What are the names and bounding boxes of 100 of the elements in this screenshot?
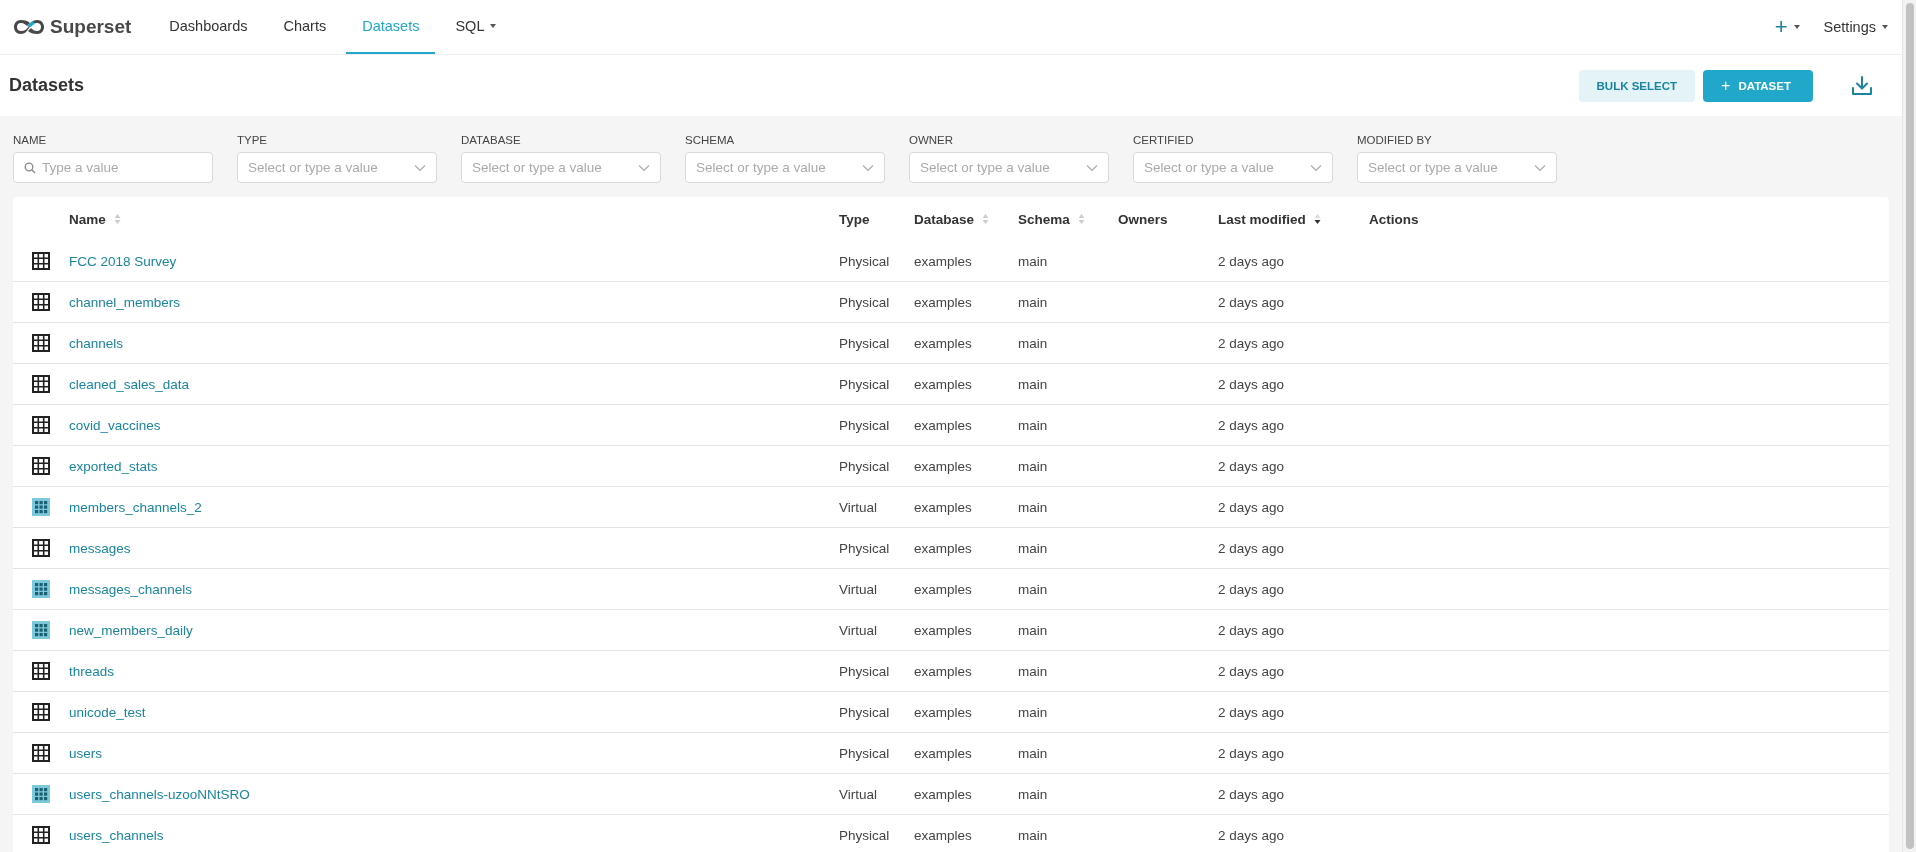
select-field[interactable]: Select or type a value (685, 152, 885, 183)
select-field[interactable]: Select or type a value (909, 152, 1109, 183)
select-input[interactable]: Select or type a value (920, 160, 1080, 175)
table-cell-text: 2 days ago (1218, 827, 1286, 843)
dataset-link[interactable]: users (69, 745, 102, 761)
table-cell-text: Physical (839, 827, 891, 843)
caret-icon (490, 24, 497, 28)
table-cell-text: main (1018, 622, 1049, 638)
filter-label: NAME (13, 134, 48, 146)
table-cell-text: main (1018, 376, 1049, 392)
table-cell-text: main (1018, 294, 1049, 310)
add-dataset-button[interactable]: + DATASET (1703, 69, 1813, 102)
table-cell-text: 2 days ago (1218, 540, 1286, 556)
table-cell-text: Physical (839, 704, 891, 720)
dataset-link[interactable]: channels (69, 335, 124, 351)
dataset-link[interactable]: covid_vaccines (69, 417, 161, 433)
page-title: Datasets (9, 75, 85, 96)
dataset-link[interactable]: threads (69, 663, 115, 679)
table-cell-text: Virtual (839, 786, 879, 802)
column-header[interactable]: Database (914, 211, 975, 227)
table-cell-text: main (1018, 417, 1049, 433)
dataset-link[interactable]: FCC 2018 Survey (69, 253, 177, 269)
search-field[interactable]: Type a value (13, 152, 213, 183)
sort-descending-icon[interactable] (1313, 213, 1321, 225)
search-input[interactable]: Type a value (42, 160, 202, 175)
filter-label: SCHEMA (685, 134, 736, 146)
chevron-down-icon (638, 163, 650, 172)
table-cell-text: Physical (839, 294, 891, 310)
table-cell-text: examples (914, 663, 973, 679)
table-cell-text: Virtual (839, 622, 879, 638)
logo-icon[interactable] (12, 17, 46, 37)
table-cell-text: examples (914, 581, 973, 597)
select-field[interactable]: Select or type a value (237, 152, 437, 183)
table-cell-text: examples (914, 786, 973, 802)
dataset-link[interactable]: users_channels (69, 827, 164, 843)
table-cell-text: 2 days ago (1218, 376, 1286, 392)
sort-icon[interactable] (1077, 213, 1085, 225)
nav-tab[interactable]: Charts (267, 0, 343, 54)
table-cell-text: Physical (839, 745, 891, 761)
select-field[interactable]: Select or type a value (461, 152, 661, 183)
dataset-link[interactable]: exported_stats (69, 458, 158, 474)
table-cell-text: examples (914, 294, 973, 310)
table-cell-text: Virtual (839, 581, 879, 597)
table-cell-text: examples (914, 335, 973, 351)
table-cell-text: 2 days ago (1218, 335, 1286, 351)
column-header[interactable]: Schema (1018, 211, 1070, 227)
filter-label: MODIFIED BY (1357, 134, 1433, 146)
select-input[interactable]: Select or type a value (696, 160, 856, 175)
dataset-link[interactable]: unicode_test (69, 704, 146, 720)
table-cell-text: 2 days ago (1218, 745, 1286, 761)
table-cell-text: main (1018, 458, 1049, 474)
nav-tab[interactable]: SQL (439, 0, 513, 54)
table-cell-text: main (1018, 827, 1049, 843)
brand-name[interactable]: Superset (50, 16, 132, 38)
select-input[interactable]: Select or type a value (472, 160, 632, 175)
table-cell-text: 2 days ago (1218, 499, 1286, 515)
select-field[interactable]: Select or type a value (1133, 152, 1333, 183)
dataset-link[interactable]: messages_channels (69, 581, 193, 597)
table-cell-text: main (1018, 663, 1049, 679)
table-cell-text: 2 days ago (1218, 622, 1286, 638)
table-cell-text: main (1018, 335, 1049, 351)
sort-icon[interactable] (113, 213, 121, 225)
bulk-select-button[interactable]: BULK SELECT (1578, 69, 1696, 102)
table-cell-text: 2 days ago (1218, 417, 1286, 433)
settings-menu-button[interactable]: Settings (1823, 19, 1888, 35)
dataset-link[interactable]: messages (69, 540, 131, 556)
filter-label: TYPE (237, 134, 269, 146)
nav-tab[interactable]: Dashboards (153, 0, 264, 54)
table-cell-text: Physical (839, 253, 891, 269)
search-icon (24, 161, 36, 174)
table-cell-text: 2 days ago (1218, 581, 1286, 597)
nav-tab[interactable]: Datasets (346, 0, 436, 54)
table-cell-text: Physical (839, 540, 891, 556)
table-cell-text: Virtual (839, 499, 879, 515)
select-input[interactable]: Select or type a value (1368, 160, 1528, 175)
sort-icon[interactable] (982, 213, 990, 225)
filter-label: OWNER (909, 134, 955, 146)
column-header[interactable]: Name (69, 211, 106, 227)
dataset-link[interactable]: channel_members (69, 294, 181, 310)
dataset-link[interactable]: users_channels-uzooNNtSRO (69, 786, 250, 802)
table-cell-text: main (1018, 745, 1049, 761)
dataset-link[interactable]: new_members_daily (69, 622, 193, 638)
add-menu-button[interactable]: + (1774, 14, 1800, 40)
caret-icon (1793, 25, 1800, 29)
chevron-down-icon (862, 163, 874, 172)
table-cell-text: main (1018, 540, 1049, 556)
table-cell-text: main (1018, 581, 1049, 597)
select-field[interactable]: Select or type a value (1357, 152, 1557, 183)
table-cell-text: examples (914, 458, 973, 474)
dataset-link[interactable]: cleaned_sales_data (69, 376, 190, 392)
select-input[interactable]: Select or type a value (1144, 160, 1304, 175)
table-cell-text: examples (914, 253, 973, 269)
download-icon[interactable] (1851, 74, 1873, 97)
select-input[interactable]: Select or type a value (248, 160, 408, 175)
table-cell-text: 2 days ago (1218, 458, 1286, 474)
column-header: Type (839, 211, 870, 227)
table-cell-text: examples (914, 827, 973, 843)
chevron-down-icon (1534, 163, 1546, 172)
column-header[interactable]: Last modified (1218, 211, 1306, 227)
dataset-link[interactable]: members_channels_2 (69, 499, 202, 515)
